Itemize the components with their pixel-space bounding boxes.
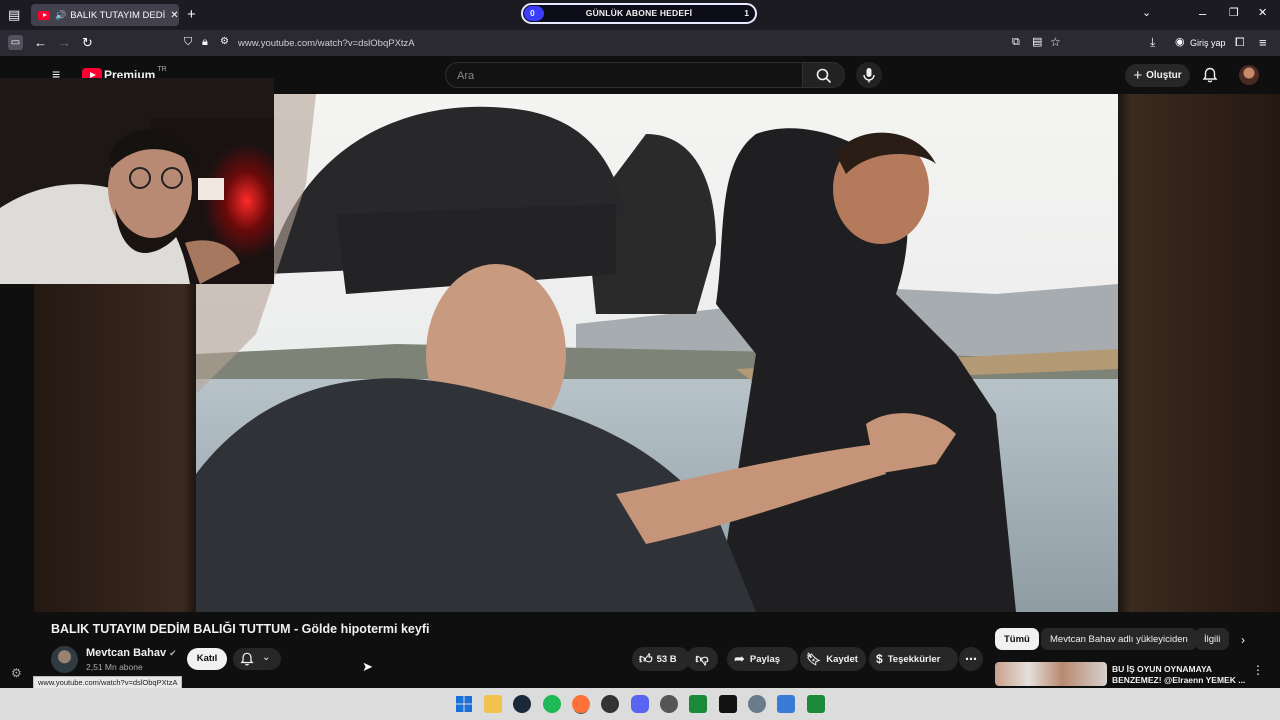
picture-in-picture-icon[interactable]: ⧉ — [1012, 37, 1020, 48]
voice-search-button[interactable] — [856, 62, 882, 88]
account-icon[interactable]: ◉ — [1175, 37, 1185, 48]
chevron-right-icon[interactable]: › — [1241, 634, 1245, 646]
goal-target: 1 — [744, 8, 749, 18]
chip-all[interactable]: Tümü — [995, 628, 1039, 650]
shield-icon[interactable]: ⛉ — [184, 37, 192, 48]
sidebar-toggle-icon[interactable]: ▭ — [8, 35, 23, 50]
like-button[interactable]: 👍︎ 53 B — [632, 647, 690, 671]
chip-related[interactable]: İlgili — [1195, 628, 1229, 650]
signin-label[interactable]: Giriş yap — [1190, 38, 1226, 48]
speaker-icon[interactable]: 🔊 — [55, 10, 66, 21]
search-placeholder: Ara — [457, 70, 475, 82]
bookmark-icon: 🔖︎ — [806, 652, 822, 666]
spotify-icon[interactable] — [543, 695, 561, 713]
reload-icon[interactable]: ↻ — [82, 36, 93, 49]
notifications-bell-icon[interactable] — [1202, 67, 1218, 83]
save-button[interactable]: 🔖︎ Kaydet — [800, 647, 866, 671]
subscriber-goal-widget: 0 GÜNLÜK ABONE HEDEFİ 1 — [521, 3, 757, 24]
network-app-icon[interactable] — [777, 695, 795, 713]
share-label: Paylaş — [749, 653, 781, 665]
thanks-label: Teşekkürler — [887, 653, 941, 665]
window-close-icon[interactable]: ✕ — [1258, 8, 1267, 19]
browser-tab-active[interactable]: 🔊 BALIK TUTAYIM DEDİM BALIĞI TUTTUM - Gö… — [31, 4, 179, 26]
goal-label: GÜNLÜK ABONE HEDEFİ — [585, 8, 693, 18]
super-thanks-icon: $ — [876, 652, 883, 666]
discord-icon[interactable] — [631, 695, 649, 713]
join-button[interactable]: Katıl — [187, 648, 227, 670]
file-explorer-icon[interactable] — [484, 695, 502, 713]
recommendation-title[interactable]: BU İŞ OYUN OYNAMAYA BENZEMEZ! @Elraenn Y… — [1112, 664, 1252, 686]
channel-name-text: Mevtcan Bahav — [86, 647, 167, 659]
like-count: 53 B — [656, 653, 677, 665]
search-button[interactable] — [803, 62, 845, 88]
mouse-cursor-icon: ➤ — [362, 659, 373, 674]
firefox-icon[interactable] — [572, 695, 590, 713]
streamer-webcam-overlay — [0, 78, 274, 284]
settings-gear-icon[interactable]: ⚙︎ — [11, 667, 22, 679]
recommendation-thumbnail[interactable] — [995, 662, 1107, 686]
address-bar[interactable]: ⛉ 🔒︎ ⚙︎ www.youtube.com/watch?v=dslObqPX… — [176, 33, 1068, 53]
tab-list-icon[interactable]: ▤ — [8, 8, 20, 21]
app-icon[interactable] — [660, 695, 678, 713]
lock-icon[interactable]: 🔒︎ — [202, 37, 208, 48]
thanks-button[interactable]: $ Teşekkürler — [869, 647, 958, 671]
create-label: Oluştur — [1146, 70, 1182, 81]
close-tab-icon[interactable]: ✕ — [170, 10, 178, 21]
verified-icon: ✔︎ — [169, 648, 177, 658]
save-label: Kaydet — [826, 653, 858, 665]
new-tab-icon[interactable]: + — [187, 7, 196, 22]
plus-icon: + — [1133, 67, 1143, 84]
more-actions-button[interactable]: ⋯ — [959, 647, 983, 671]
bell-icon — [240, 652, 254, 666]
user-avatar[interactable] — [1239, 65, 1259, 85]
video-title: BALIK TUTAYIM DEDİM BALIĞI TUTTUM - Göld… — [51, 622, 430, 636]
settings-app-icon[interactable] — [748, 695, 766, 713]
browser-nav-bar: ▭ ← → ↻ ⛉ 🔒︎ ⚙︎ www.youtube.com/watch?v=… — [0, 30, 1280, 56]
kick-studio-icon[interactable] — [807, 695, 825, 713]
youtube-favicon-icon — [38, 10, 50, 20]
list-all-tabs-icon[interactable]: ⌄ — [1142, 8, 1151, 19]
start-menu-icon[interactable] — [455, 695, 473, 713]
video-frame-image — [196, 94, 1118, 612]
chevron-down-icon: ⌄ — [262, 652, 271, 663]
maximize-icon[interactable]: ❐ — [1229, 8, 1239, 19]
subscription-bell-button[interactable]: ⌄ — [233, 648, 281, 670]
thumbs-up-icon: 👍︎ — [639, 651, 653, 666]
extensions-icon[interactable]: ⧠ — [1235, 36, 1245, 48]
share-icon: ➦ — [734, 651, 745, 666]
search-input[interactable]: Ara — [445, 62, 803, 88]
channel-name[interactable]: Mevtcan Bahav ✔︎ — [86, 647, 177, 659]
search-icon — [816, 68, 832, 84]
microphone-icon — [863, 68, 875, 83]
minimize-icon[interactable]: – — [1199, 7, 1206, 20]
url-text: www.youtube.com/watch?v=dslObqPXtzA — [238, 38, 415, 49]
more-vertical-icon[interactable]: ⋮ — [1252, 664, 1264, 676]
create-button[interactable]: + Oluştur — [1125, 64, 1190, 87]
video-player[interactable] — [196, 94, 1118, 612]
tab-title: BALIK TUTAYIM DEDİM BALIĞI TUTTUM - Göld… — [70, 9, 166, 21]
share-button[interactable]: ➦ Paylaş — [727, 647, 798, 671]
app-menu-icon[interactable]: ≡ — [1259, 36, 1267, 49]
subscriber-count: 2,51 Mn abone — [86, 662, 143, 672]
chip-from-uploader[interactable]: Mevtcan Bahav adlı yükleyiciden — [1041, 628, 1197, 650]
permissions-icon[interactable]: ⚙︎ — [220, 37, 229, 47]
obs-icon[interactable] — [601, 695, 619, 713]
webcam-image — [0, 78, 274, 284]
reader-view-icon[interactable]: ▤ — [1032, 37, 1042, 48]
steam-icon[interactable] — [513, 695, 531, 713]
thumbs-down-icon: 👎︎ — [695, 651, 709, 666]
back-icon[interactable]: ← — [34, 36, 47, 49]
download-icon[interactable]: ⤓ — [1150, 36, 1155, 48]
bookmark-star-icon[interactable]: ☆ — [1050, 36, 1061, 48]
forward-icon[interactable]: → — [58, 36, 71, 49]
more-horizontal-icon: ⋯ — [965, 652, 977, 666]
browser-tab-bar: ▤ 🔊 BALIK TUTAYIM DEDİM BALIĞI TUTTUM - … — [0, 0, 1280, 30]
channel-avatar[interactable] — [51, 646, 78, 673]
capcut-icon[interactable] — [719, 695, 737, 713]
kick-icon[interactable] — [689, 695, 707, 713]
dislike-button[interactable]: 👎︎ — [686, 647, 718, 671]
region-code: TR — [157, 65, 167, 73]
